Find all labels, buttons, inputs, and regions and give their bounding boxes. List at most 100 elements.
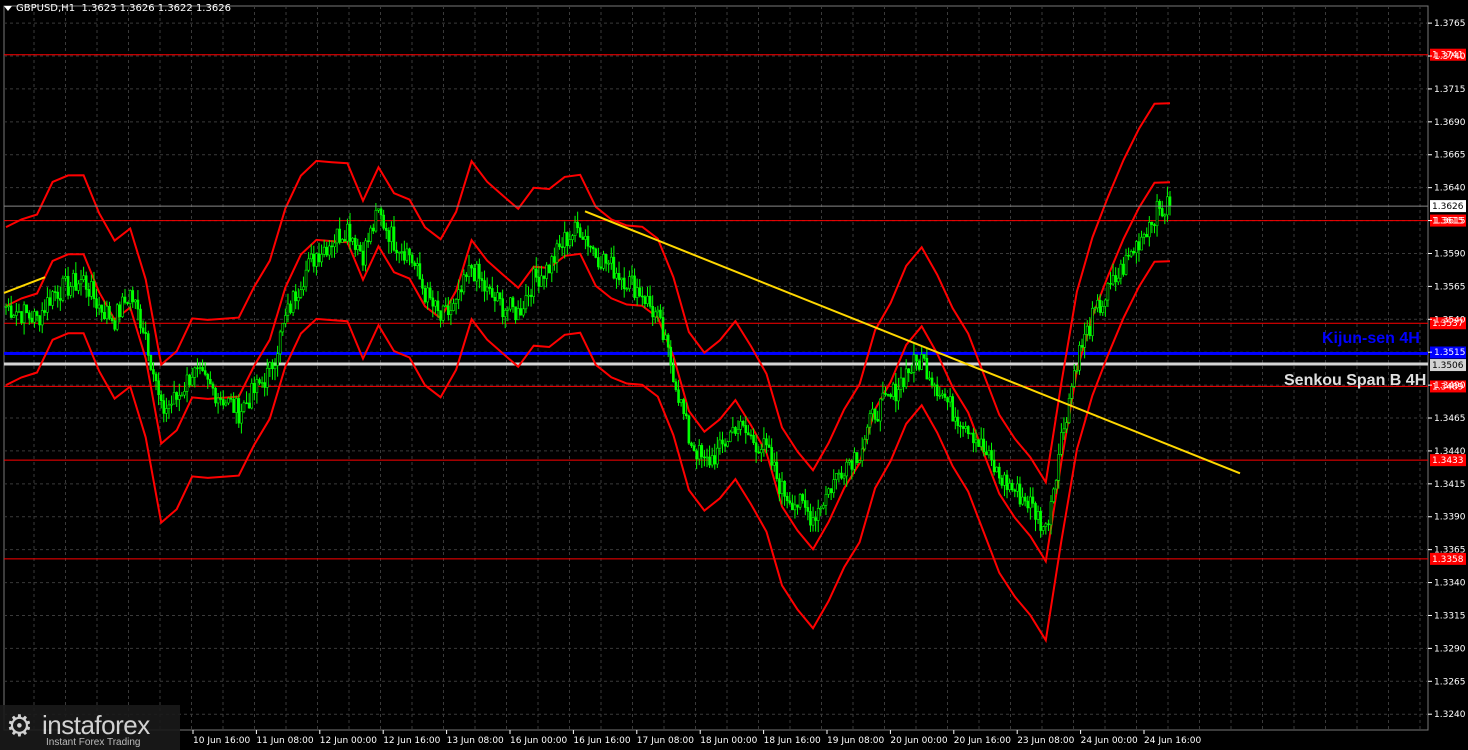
candle-body — [589, 245, 592, 248]
candle-body — [382, 214, 385, 229]
candle-body — [1008, 483, 1011, 490]
candle-body — [1029, 496, 1032, 509]
ohlc-values: 1.3623 1.3626 1.3622 1.3626 — [81, 3, 231, 14]
candle-body — [850, 460, 854, 470]
candle-body — [765, 438, 768, 446]
time-tick-label: 16 Jun 00:00 — [510, 736, 567, 746]
current-price-tag-label: 1.3626 — [1432, 202, 1464, 212]
candle-body — [216, 397, 220, 404]
candle-body — [457, 289, 460, 300]
candle-body — [897, 389, 900, 402]
candle-body — [64, 276, 67, 279]
price-tick-label: 1.3690 — [1434, 118, 1466, 128]
candle-body — [674, 381, 678, 391]
candle-body — [599, 266, 603, 269]
candle-body — [253, 383, 256, 394]
candle-body — [1041, 526, 1045, 531]
candle-body — [1098, 300, 1102, 313]
candle-body — [299, 289, 303, 298]
candle-body — [1142, 234, 1146, 238]
candle-body — [550, 256, 554, 274]
candle-body — [183, 391, 186, 396]
candle-body — [229, 397, 233, 400]
candle-body — [361, 250, 365, 266]
upper-band-line — [5, 102, 1171, 486]
candle-body — [27, 312, 31, 319]
candle-body — [995, 466, 998, 473]
candle-body — [421, 278, 424, 289]
candle-body — [224, 402, 228, 406]
time-axis: 10 Jun 16:00 11 Jun 08:00 12 Jun 00:00 12 J… — [192, 730, 1201, 746]
candle-body — [747, 432, 750, 436]
candle-body — [1049, 501, 1053, 526]
candle-body — [374, 210, 378, 232]
level-tag-label: 1.3358 — [1432, 555, 1464, 565]
candle-body — [560, 246, 564, 249]
candle-body — [871, 408, 874, 414]
candle-body — [82, 275, 85, 281]
candle-body — [617, 272, 621, 281]
candle-body — [263, 382, 266, 388]
dropdown-triangle-icon[interactable] — [4, 5, 12, 11]
candle-body — [312, 253, 316, 267]
candle-body — [829, 488, 833, 494]
candle-body — [630, 275, 634, 278]
candle-body — [876, 419, 880, 422]
candle-body — [175, 392, 179, 400]
candle-body — [1052, 488, 1055, 502]
candle-body — [780, 480, 784, 494]
candle-body — [653, 311, 657, 318]
candle-body — [824, 493, 828, 506]
candle-body — [568, 239, 572, 247]
candle-body — [860, 448, 864, 461]
candle-body — [842, 475, 846, 479]
candle-body — [858, 460, 861, 463]
candle-body — [1078, 345, 1081, 371]
candle-body — [408, 248, 411, 256]
candle-body — [1060, 432, 1063, 455]
candle-body — [315, 253, 318, 267]
candle-body — [113, 320, 116, 330]
candle-body — [227, 397, 230, 404]
price-tick-label: 1.3515 — [1434, 348, 1466, 358]
candle-body — [79, 279, 83, 285]
candle-body — [1072, 370, 1076, 387]
candle-body — [418, 263, 422, 280]
candle-body — [1005, 474, 1009, 490]
candle-body — [695, 450, 698, 460]
time-tick-label: 18 Jun 16:00 — [764, 736, 821, 746]
candle-body — [30, 317, 34, 323]
candle-body — [1057, 453, 1061, 481]
candle-body — [4, 306, 8, 308]
price-tick-label: 1.3540 — [1434, 315, 1466, 325]
candle-body — [519, 308, 523, 316]
time-tick-label: 19 Jun 08:00 — [827, 736, 884, 746]
price-chart[interactable]: 1.37411.36151.35371.34891.34331.3358 1.3… — [0, 0, 1468, 750]
candle-body — [948, 396, 952, 403]
candle-body — [835, 473, 838, 480]
chart-header: GBPUSD,H1 1.3623 1.3626 1.3622 1.3626 — [4, 3, 231, 14]
candle-body — [527, 294, 530, 297]
candle-body — [1127, 254, 1130, 257]
candle-body — [532, 268, 535, 297]
candle-body — [1031, 496, 1035, 504]
price-tick-label: 1.3415 — [1434, 480, 1466, 490]
candle-body — [840, 472, 843, 479]
candle-body — [46, 297, 49, 313]
candle-body — [1003, 474, 1006, 486]
candle-body — [447, 305, 450, 316]
candle-body — [1047, 523, 1050, 526]
candle-body — [84, 275, 88, 290]
candle-body — [237, 398, 241, 424]
candle-body — [265, 367, 269, 388]
candle-body — [214, 387, 217, 404]
candle-body — [20, 311, 23, 323]
candle-body — [788, 500, 792, 504]
candle-body — [333, 242, 336, 248]
time-tick-label: 13 Jun 08:00 — [447, 736, 504, 746]
candle-body — [620, 277, 623, 281]
candle-body — [586, 235, 590, 247]
candle-body — [480, 278, 484, 281]
candle-body — [602, 254, 605, 269]
candle-body — [201, 367, 204, 371]
